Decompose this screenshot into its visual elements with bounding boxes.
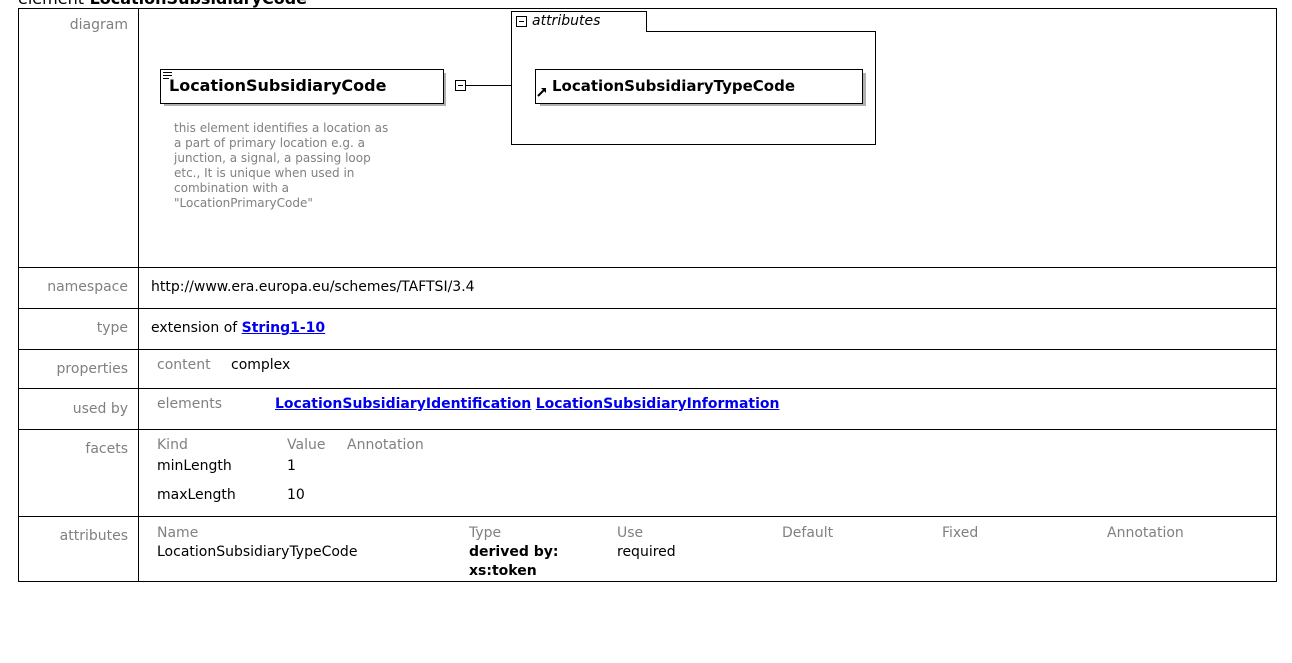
- properties-table: diagram LocationSubsidiaryCode this elem…: [18, 8, 1277, 582]
- used-by-link[interactable]: LocationSubsidiaryIdentification: [275, 396, 531, 412]
- facets-grid: Kind Value Annotation minLength 1 maxLen…: [151, 430, 1276, 507]
- attr-name: LocationSubsidiaryTypeCode: [157, 544, 358, 560]
- facet-header: Value: [287, 437, 326, 453]
- attribute-node-name: LocationSubsidiaryTypeCode: [552, 77, 796, 95]
- used-by-label: used by: [18, 388, 139, 430]
- facet-value: 10: [287, 487, 305, 503]
- facet-annotation: [347, 453, 547, 478]
- attr-header-use: Use: [617, 525, 644, 541]
- facet-value: 1: [287, 458, 296, 474]
- page-title: element LocationSubsidiaryCode: [18, 0, 307, 8]
- attr-use: required: [617, 544, 676, 560]
- facet-header: Annotation: [347, 437, 424, 453]
- attributes-row: attributes Name Type Use Default Fixed A…: [18, 516, 1277, 582]
- attribute-node[interactable]: LocationSubsidiaryTypeCode: [535, 69, 867, 106]
- namespace-value: http://www.era.europa.eu/schemes/TAFTSI/…: [151, 279, 475, 295]
- collapse-attributes-icon[interactable]: [516, 16, 527, 27]
- attr-type-line: derived by:: [469, 544, 559, 560]
- properties-cell: content complex: [138, 349, 1277, 389]
- doc-line: combination with a: [174, 181, 289, 195]
- attr-default: [782, 543, 942, 581]
- element-node[interactable]: LocationSubsidiaryCode: [160, 69, 460, 109]
- attributes-label: attributes: [18, 516, 139, 582]
- attr-header-fixed: Fixed: [942, 525, 979, 541]
- properties-label: properties: [18, 349, 139, 389]
- attributes-grid: Name Type Use Default Fixed Annotation L…: [151, 517, 1276, 581]
- attr-header-annotation: Annotation: [1107, 525, 1184, 541]
- type-link[interactable]: String1-10: [242, 320, 326, 336]
- facets-row: facets Kind Value Annotation minLength 1…: [18, 429, 1277, 517]
- diagram-row: diagram LocationSubsidiaryCode this elem…: [18, 8, 1277, 268]
- facets-cell: Kind Value Annotation minLength 1 maxLen…: [138, 429, 1277, 517]
- attr-header-name: Name: [157, 525, 199, 541]
- property-value: complex: [231, 357, 291, 373]
- doc-line: this element identifies a location as: [174, 121, 389, 135]
- doc-line: etc., It is unique when used in: [174, 166, 355, 180]
- property-key: content: [157, 357, 211, 373]
- reference-arrow-icon: [537, 88, 546, 97]
- properties-row: properties content complex: [18, 349, 1277, 389]
- type-label: type: [18, 308, 139, 350]
- used-by-key: elements: [157, 396, 223, 412]
- heading-element-name: LocationSubsidiaryCode: [90, 0, 307, 8]
- doc-line: a part of primary location e.g. a: [174, 136, 365, 150]
- diagram-label: diagram: [18, 8, 139, 268]
- attribute-group-label: attributes: [532, 13, 601, 29]
- namespace-cell: http://www.era.europa.eu/schemes/TAFTSI/…: [138, 267, 1277, 309]
- attr-header-default: Default: [782, 525, 834, 541]
- type-row: type extension of String1-10: [18, 308, 1277, 350]
- attr-header-type: Type: [469, 525, 502, 541]
- attr-fixed: [942, 543, 1107, 581]
- element-node-name: LocationSubsidiaryCode: [169, 76, 387, 95]
- used-by-link[interactable]: LocationSubsidiaryInformation: [536, 396, 780, 412]
- diagram-cell: LocationSubsidiaryCode this element iden…: [138, 8, 1277, 268]
- attr-type: derived by: xs:token: [469, 543, 617, 581]
- heading-keyword: element: [18, 0, 84, 8]
- doc-line: "LocationPrimaryCode": [174, 196, 313, 210]
- connector-line: [466, 85, 511, 86]
- doc-line: junction, a signal, a passing loop: [174, 151, 371, 165]
- facet-kind: maxLength: [157, 487, 236, 503]
- facets-label: facets: [18, 429, 139, 517]
- attr-annotation: [1107, 543, 1247, 581]
- attr-type-line: xs:token: [469, 563, 537, 579]
- used-by-cell: elements LocationSubsidiaryIdentification…: [138, 388, 1277, 430]
- used-by-row: used by elements LocationSubsidiaryIdenti…: [18, 388, 1277, 430]
- facet-annotation: [347, 478, 547, 507]
- attribute-group-tab[interactable]: attributes: [511, 11, 647, 32]
- attributes-cell: Name Type Use Default Fixed Annotation L…: [138, 516, 1277, 582]
- collapse-icon[interactable]: [455, 80, 466, 91]
- element-documentation: this element identifies a location as a …: [174, 121, 484, 211]
- facet-header: Kind: [157, 437, 188, 453]
- schema-diagram: LocationSubsidiaryCode this element iden…: [139, 9, 1276, 267]
- namespace-label: namespace: [18, 267, 139, 309]
- namespace-row: namespace http://www.era.europa.eu/schem…: [18, 267, 1277, 309]
- type-cell: extension of String1-10: [138, 308, 1277, 350]
- facet-kind: minLength: [157, 458, 232, 474]
- type-prefix: extension of: [151, 320, 242, 336]
